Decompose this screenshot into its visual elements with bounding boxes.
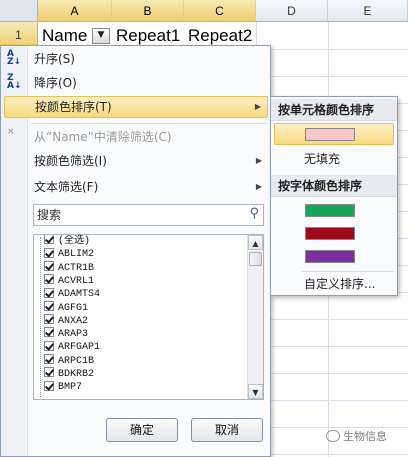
menu-item-label: 按颜色排序(T) bbox=[35, 100, 112, 114]
option-font-color-darkred[interactable] bbox=[274, 222, 394, 244]
menu-item-label: 文本筛选(F) bbox=[34, 180, 99, 194]
filter-dropdown-button[interactable]: ▼ bbox=[92, 28, 110, 44]
checkbox-checked[interactable] bbox=[44, 367, 54, 378]
grid-line bbox=[270, 454, 408, 455]
filter-value-list[interactable]: (全选) ABLIM2 ACTR1B ACVRL1 ADAMTS4 AGFG1 … bbox=[33, 234, 264, 400]
list-item[interactable]: ANXA2 bbox=[44, 314, 89, 328]
checkbox-checked[interactable] bbox=[44, 274, 54, 285]
checkbox-checked[interactable] bbox=[44, 260, 54, 271]
grid-line bbox=[270, 346, 408, 347]
list-item-label: ACVRL1 bbox=[58, 275, 95, 287]
grid-line bbox=[270, 49, 408, 50]
menu-item-filter-by-color[interactable]: 按颜色筛选(I) ▶ bbox=[4, 150, 268, 172]
checkbox-checked[interactable] bbox=[44, 235, 54, 245]
search-box[interactable]: ⚲ bbox=[33, 204, 264, 226]
tree-line bbox=[40, 237, 42, 397]
column-header-d[interactable]: D bbox=[256, 0, 328, 22]
checkbox-checked[interactable] bbox=[44, 300, 54, 311]
cancel-button[interactable]: 取消 bbox=[191, 418, 263, 442]
column-header-b[interactable]: B bbox=[112, 0, 184, 22]
color-swatch bbox=[305, 250, 355, 263]
list-item-label: ARFGAP1 bbox=[58, 342, 101, 354]
checkbox-checked[interactable] bbox=[44, 380, 54, 391]
menu-item-text-filters[interactable]: 文本筛选(F) ▶ bbox=[4, 176, 268, 198]
font-color-header: 按字体颜色排序 bbox=[271, 175, 397, 197]
menu-item-sort-by-color[interactable]: 按颜色排序(T) ▶ bbox=[4, 96, 268, 118]
list-item-label: ABLIM2 bbox=[58, 249, 95, 261]
list-scrollbar[interactable]: ▲ ▼ bbox=[247, 235, 263, 399]
search-input[interactable] bbox=[34, 205, 234, 225]
grid-line bbox=[270, 400, 408, 401]
sort-by-color-submenu: 按单元格颜色排序 无填充 按字体颜色排序 自定义排序... bbox=[270, 96, 398, 296]
autofilter-menu: A Z↓ 升序(S) Z A↓ 降序(O) 按颜色排序(T) ▶ ⨯ 从“Name”… bbox=[0, 45, 271, 457]
column-header-c[interactable]: C bbox=[184, 0, 256, 22]
list-item[interactable]: BDKRB2 bbox=[44, 367, 95, 381]
color-swatch bbox=[305, 227, 355, 240]
menu-item-clear-filter: ⨯ 从“Name”中清除筛选(C) bbox=[4, 126, 268, 148]
wechat-icon bbox=[326, 430, 340, 442]
submenu-arrow-icon: ▶ bbox=[254, 102, 261, 111]
option-font-color-green[interactable] bbox=[274, 199, 394, 221]
watermark-label: 生物信息 bbox=[343, 430, 387, 443]
scroll-down-icon[interactable]: ▼ bbox=[248, 384, 263, 399]
color-swatch bbox=[305, 204, 355, 217]
clear-filter-icon: ⨯ bbox=[7, 127, 15, 137]
list-item-label: ARPC1B bbox=[58, 355, 95, 367]
column-header-a[interactable]: A bbox=[38, 0, 112, 22]
list-item-label: ADAMTS4 bbox=[58, 289, 101, 301]
list-item[interactable]: BMP7 bbox=[44, 380, 83, 394]
list-item-label: (全选) bbox=[58, 236, 91, 247]
option-custom-sort[interactable]: 自定义排序... bbox=[304, 273, 375, 295]
checkbox-checked[interactable] bbox=[44, 314, 54, 325]
list-item-label: ANXA2 bbox=[58, 315, 89, 327]
menu-item-label: 从“Name”中清除筛选(C) bbox=[34, 130, 172, 144]
list-item-label: AGFG1 bbox=[58, 302, 89, 314]
list-item[interactable]: ADAMTS4 bbox=[44, 287, 101, 301]
list-item[interactable]: ABLIM2 bbox=[44, 247, 95, 261]
submenu-arrow-icon: ▶ bbox=[255, 156, 262, 165]
list-item[interactable]: ARAP3 bbox=[44, 327, 89, 341]
list-item-label: BMP7 bbox=[58, 382, 83, 394]
menu-separator bbox=[31, 123, 267, 124]
list-item-label: ACTR1B bbox=[58, 262, 95, 274]
checkbox-checked[interactable] bbox=[44, 287, 54, 298]
list-item-label: BDKRB2 bbox=[58, 369, 95, 380]
list-item-label: ARAP3 bbox=[58, 329, 89, 341]
checkbox-checked[interactable] bbox=[44, 327, 54, 338]
grid-line bbox=[270, 373, 408, 374]
submenu-arrow-icon: ▶ bbox=[255, 182, 262, 191]
dropdown-arrow-icon: ▼ bbox=[97, 30, 105, 40]
list-item[interactable]: ACTR1B bbox=[44, 260, 95, 275]
menu-separator bbox=[301, 271, 393, 272]
menu-item-label: 升序(S) bbox=[34, 52, 75, 66]
ok-button[interactable]: 确定 bbox=[106, 418, 178, 442]
cell-color-header: 按单元格颜色排序 bbox=[271, 99, 397, 121]
list-item[interactable]: ARPC1B bbox=[44, 354, 95, 368]
sort-ascending-icon: A Z↓ bbox=[7, 49, 22, 67]
option-font-color-purple[interactable] bbox=[274, 245, 394, 267]
grid-line bbox=[270, 319, 408, 320]
list-item[interactable]: ARFGAP1 bbox=[44, 340, 101, 354]
menu-item-label: 按颜色筛选(I) bbox=[34, 154, 107, 168]
scroll-thumb[interactable] bbox=[249, 252, 262, 266]
list-item[interactable]: AGFG1 bbox=[44, 300, 89, 315]
scroll-up-icon[interactable]: ▲ bbox=[248, 235, 263, 250]
list-item-select-all[interactable]: (全选) bbox=[44, 235, 90, 248]
search-icon[interactable]: ⚲ bbox=[249, 206, 259, 221]
select-all-corner[interactable] bbox=[0, 0, 38, 22]
grid-line bbox=[270, 76, 408, 77]
menu-item-label: 降序(O) bbox=[34, 76, 77, 90]
option-cell-color-pink[interactable] bbox=[274, 123, 394, 145]
menu-item-sort-ascending[interactable]: A Z↓ 升序(S) bbox=[4, 48, 268, 70]
color-swatch bbox=[305, 128, 355, 141]
column-header-e[interactable]: E bbox=[328, 0, 408, 22]
menu-item-sort-descending[interactable]: Z A↓ 降序(O) bbox=[4, 72, 268, 94]
checkbox-checked[interactable] bbox=[44, 247, 54, 258]
sort-descending-icon: Z A↓ bbox=[7, 73, 22, 91]
checkbox-checked[interactable] bbox=[44, 340, 54, 351]
checkbox-checked[interactable] bbox=[44, 354, 54, 365]
list-item[interactable]: ACVRL1 bbox=[44, 274, 95, 288]
watermark: 生物信息 bbox=[326, 428, 387, 444]
option-no-fill[interactable]: 无填充 bbox=[304, 148, 340, 170]
